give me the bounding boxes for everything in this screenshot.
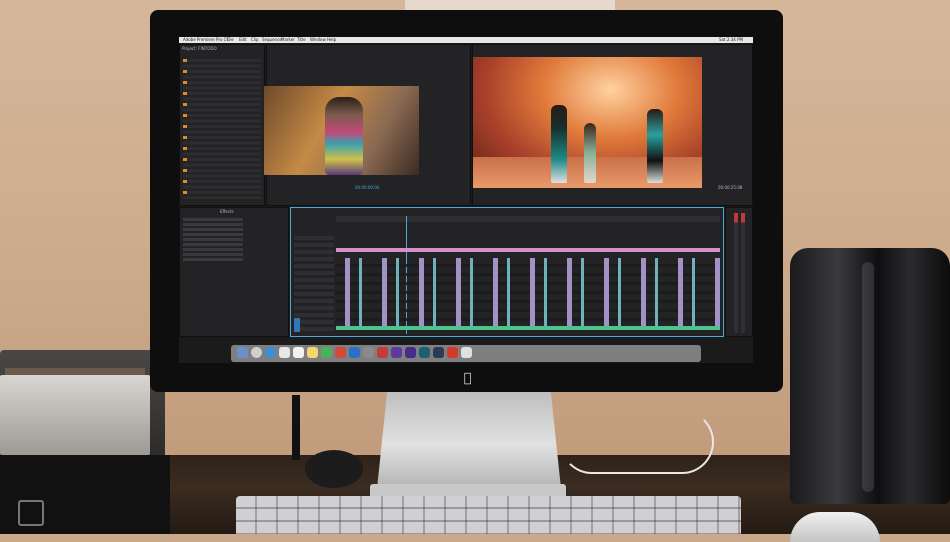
premiere-icon[interactable] <box>391 347 402 358</box>
chrome-icon[interactable] <box>377 347 388 358</box>
meter-right <box>741 213 745 333</box>
video-clips[interactable] <box>336 258 720 328</box>
app-store-icon[interactable] <box>349 347 360 358</box>
calendar-icon[interactable] <box>293 347 304 358</box>
notes-icon[interactable] <box>307 347 318 358</box>
keyboard <box>236 496 741 534</box>
after-effects-icon[interactable] <box>405 347 416 358</box>
timeline-panel <box>290 207 724 337</box>
track-headers[interactable] <box>294 236 334 331</box>
menu-clip[interactable]: Clip <box>251 37 259 43</box>
menu-clock: Sat 2:34 PM <box>719 37 743 42</box>
webcam-pole <box>292 395 300 460</box>
lightroom-icon[interactable] <box>433 347 444 358</box>
menu-edit[interactable]: Edit <box>239 37 247 43</box>
monitor-screen: Adobe Premiere Pro CC File Edit Clip Seq… <box>179 37 753 363</box>
monitor-stand <box>376 392 562 498</box>
finder-icon[interactable] <box>237 347 248 358</box>
mail-icon[interactable] <box>279 347 290 358</box>
track-target-v1[interactable] <box>294 318 300 332</box>
creative-cloud-icon[interactable] <box>447 347 458 358</box>
apple-logo-icon:  <box>461 372 474 386</box>
effects-tab[interactable]: Effects <box>220 209 234 214</box>
menu-bar: Adobe Premiere Pro CC File Edit Clip Seq… <box>179 37 753 43</box>
dancer-2 <box>584 123 596 183</box>
audio-track-green[interactable] <box>336 326 720 330</box>
settings-icon[interactable] <box>363 347 374 358</box>
printer-tray <box>0 375 150 455</box>
effects-list[interactable] <box>183 218 243 263</box>
mouse <box>790 512 880 542</box>
messages-icon[interactable] <box>321 347 332 358</box>
project-panel-title: Project: FINTODO <box>182 46 217 51</box>
menu-marker[interactable]: Marker <box>281 37 295 43</box>
dock <box>231 345 701 362</box>
mac-pro-reflection <box>862 262 874 492</box>
music-icon[interactable] <box>335 347 346 358</box>
audio-meters <box>725 207 753 337</box>
dancer-3 <box>647 109 663 183</box>
program-timecode: 00:00:25:08 <box>718 185 743 190</box>
menu-sequence[interactable]: Sequence <box>262 37 282 43</box>
menu-title[interactable]: Title <box>297 37 306 43</box>
dancer-1 <box>551 105 567 183</box>
launchpad-icon[interactable] <box>251 347 262 358</box>
menu-window[interactable]: Window <box>310 37 326 43</box>
printer-logo <box>18 500 44 526</box>
speedgrade-icon[interactable] <box>419 347 430 358</box>
effects-panel: Effects <box>179 207 289 337</box>
audio-track-pink[interactable] <box>336 248 720 252</box>
menu-app[interactable]: Adobe Premiere Pro CC <box>183 37 229 43</box>
webcam-base <box>305 450 363 488</box>
source-timecode: 00:00:00:00 <box>355 185 380 190</box>
project-panel: Project: FINTODO <box>179 44 265 206</box>
menu-file[interactable]: File <box>227 37 234 43</box>
safari-icon[interactable] <box>265 347 276 358</box>
cable <box>560 410 714 474</box>
trash-icon[interactable] <box>461 347 472 358</box>
meter-left <box>734 213 738 333</box>
folder-icons <box>183 59 187 199</box>
project-file-list[interactable] <box>183 59 261 199</box>
timeline-ruler[interactable] <box>336 216 720 222</box>
menu-help[interactable]: Help <box>327 37 336 43</box>
source-video-person <box>325 97 363 175</box>
